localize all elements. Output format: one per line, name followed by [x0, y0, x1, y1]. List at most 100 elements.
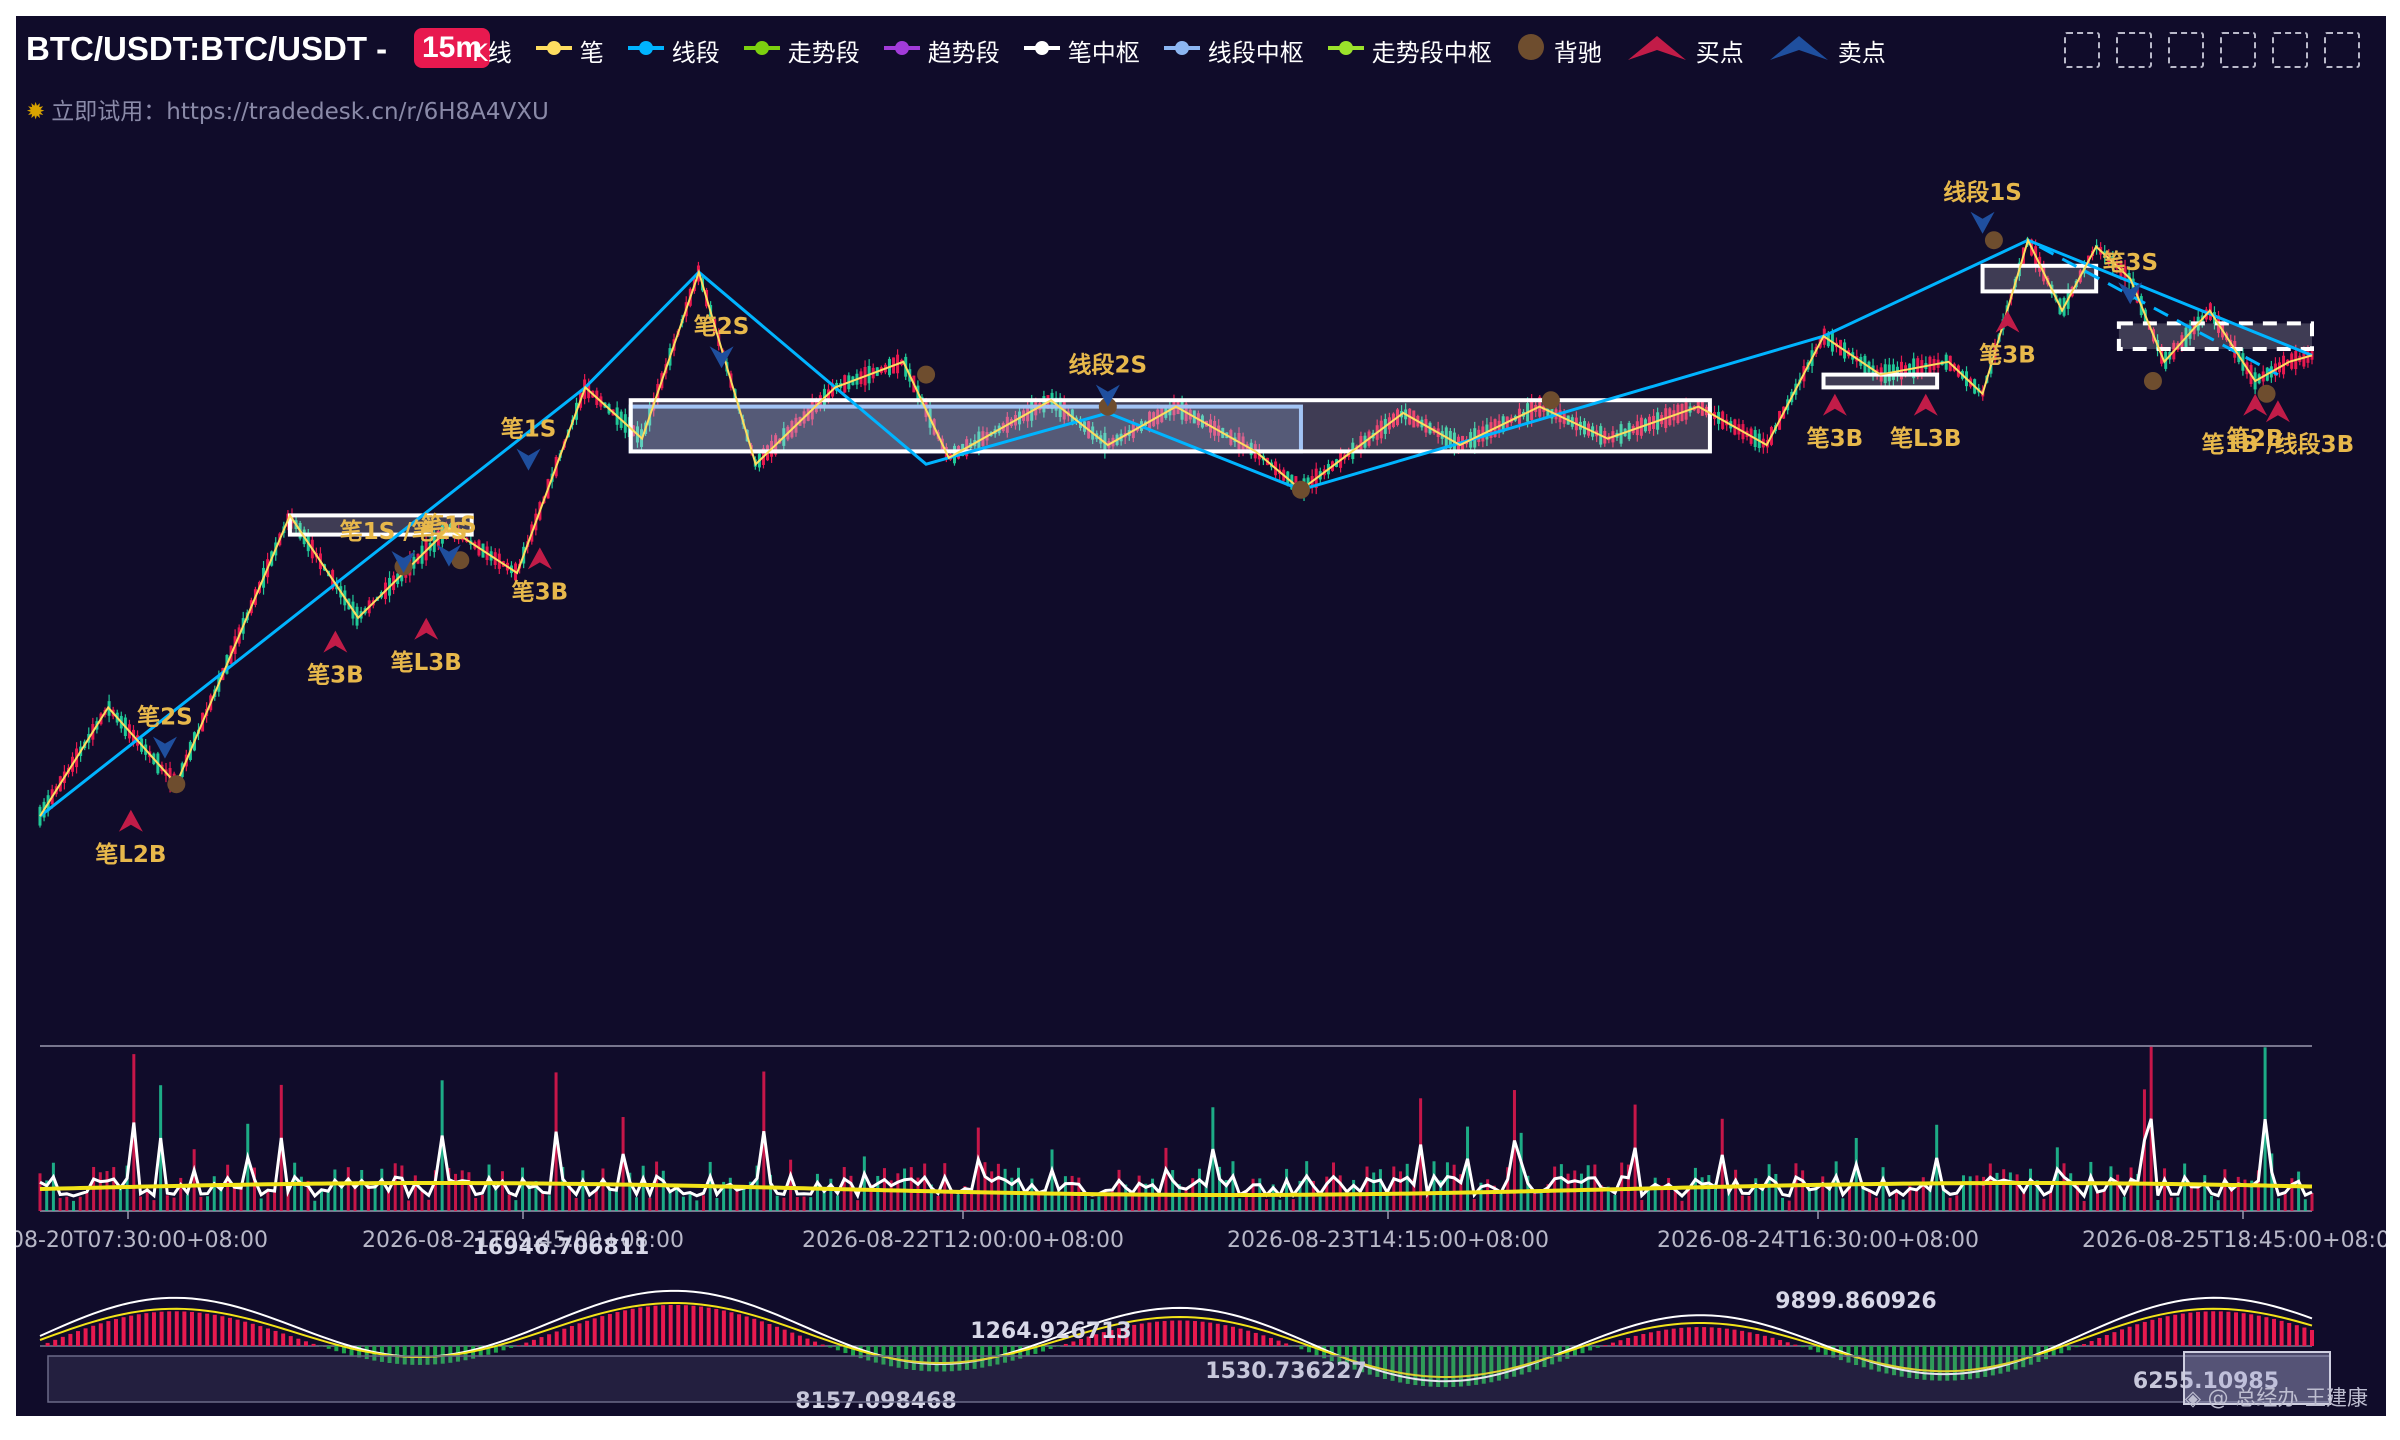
macd-bar: [121, 1317, 126, 1346]
volume-bar: [2303, 1199, 2307, 1211]
legend-symbol-icon: [1514, 32, 1554, 68]
legend-item[interactable]: 笔: [534, 33, 604, 68]
legend-label: 卖点: [1837, 38, 1886, 67]
volume-bar: [1037, 1194, 1041, 1211]
macd-bar: [75, 1331, 80, 1346]
volume-bar: [139, 1196, 143, 1211]
macd-bar: [1664, 1329, 1669, 1346]
volume-bar: [1680, 1200, 1684, 1211]
legend-item[interactable]: 笔中枢: [1022, 33, 1140, 68]
macd-bar: [1246, 1330, 1251, 1346]
macd-bar: [767, 1324, 772, 1346]
x-tick-label: 2026-08-23T14:15:00+08:00: [1227, 1228, 1549, 1253]
volume-bar: [467, 1172, 471, 1211]
volume-bar: [1975, 1175, 1979, 1211]
sell-marker-icon: [516, 448, 541, 471]
macd-bar: [501, 1346, 506, 1351]
volume-bar: [2216, 1200, 2220, 1211]
legend-item[interactable]: 走势段中枢: [1326, 33, 1492, 68]
macd-bar: [1588, 1346, 1593, 1351]
macd-bar: [60, 1336, 65, 1346]
divergence-dot: [167, 775, 186, 794]
macd-bar: [1747, 1332, 1752, 1346]
macd-bar: [303, 1341, 308, 1346]
volume-bar: [949, 1190, 953, 1211]
macd-bar: [273, 1330, 278, 1346]
legend-item[interactable]: 买点: [1624, 32, 1744, 68]
macd-bar: [1284, 1343, 1289, 1346]
macd-bar: [1192, 1321, 1197, 1346]
macd-bar: [737, 1314, 742, 1346]
volume-bar: [293, 1162, 297, 1211]
macd-bar: [1800, 1346, 1805, 1348]
volume-bar: [172, 1197, 176, 1211]
macd-bar: [615, 1312, 620, 1346]
signal-label: 笔3B: [307, 662, 364, 689]
volume-bar: [1727, 1193, 1731, 1211]
kline-chart[interactable]: 笔L2B笔2S笔3B笔1S /笔2S笔1S笔L3B笔1S笔3B笔2S线段2S笔3…: [16, 16, 2386, 1416]
volume-bar: [1238, 1198, 1242, 1211]
volume-bar: [1519, 1132, 1523, 1211]
volume-bar: [2203, 1175, 2207, 1211]
macd-bar: [2241, 1313, 2246, 1346]
volume-bar: [2122, 1196, 2126, 1211]
signal-label: 笔3B: [1979, 342, 2036, 369]
promo-text: 立即试用：https://tradedesk.cn/r/6H8A4VXU: [51, 99, 549, 125]
legend-item[interactable]: 线段中枢: [1162, 33, 1304, 68]
legend-label: K线: [472, 38, 512, 67]
volume-bar: [313, 1200, 317, 1211]
signal-label: 笔2S: [137, 704, 193, 731]
volume-bar: [715, 1198, 719, 1211]
clear-icon[interactable]: [2324, 32, 2360, 68]
buy-marker-icon: [323, 630, 348, 653]
volume-bar: [856, 1200, 860, 1211]
volume-bar: [2049, 1191, 2053, 1211]
legend-item[interactable]: 趋势段: [882, 33, 1000, 68]
volume-bar: [400, 1165, 404, 1211]
legend-item[interactable]: 走势段: [742, 33, 860, 68]
legend-item[interactable]: 背驰: [1514, 32, 1602, 68]
restore-icon[interactable]: [2220, 32, 2256, 68]
macd-bar: [1276, 1340, 1281, 1346]
macd-bar: [805, 1338, 810, 1346]
volume-bar: [2096, 1192, 2100, 1211]
volume-bar: [1693, 1167, 1697, 1211]
x-tick-label: 2026-08-22T12:00:00+08:00: [802, 1228, 1124, 1253]
chart-frame: 笔L2B 笔2S 笔3B 笔1S /笔2S 笔1S 笔L3B 笔1S 笔3B 笔2S 线段2S 笔3…: [16, 16, 2386, 1416]
volume-bar: [648, 1197, 652, 1211]
macd-bar: [53, 1339, 58, 1346]
volume-bar: [480, 1195, 484, 1211]
legend-symbol-icon: [1162, 36, 1208, 64]
macd-value-label: 1264.926713: [970, 1319, 1131, 1344]
volume-bar: [326, 1191, 330, 1211]
volume-bar: [1285, 1168, 1289, 1211]
volume-bar: [581, 1170, 585, 1211]
legend-item[interactable]: K线: [472, 33, 512, 68]
volume-bar: [2042, 1198, 2046, 1211]
volume-bar: [393, 1163, 397, 1211]
volume-bar: [1881, 1167, 1885, 1211]
promo-link[interactable]: ✹ 立即试用：https://tradedesk.cn/r/6H8A4VXU: [26, 92, 549, 126]
macd-bar: [1755, 1333, 1760, 1346]
macd-bar: [174, 1311, 179, 1346]
legend-item[interactable]: 卖点: [1766, 32, 1886, 68]
lasso-icon[interactable]: [2116, 32, 2152, 68]
volume-bar: [1365, 1166, 1369, 1211]
volume-bar: [460, 1170, 464, 1211]
volume-bar: [2156, 1200, 2160, 1211]
volume-bar: [1399, 1171, 1403, 1211]
macd-bar: [1641, 1334, 1646, 1346]
rect-select-icon[interactable]: [2168, 32, 2204, 68]
data-view-icon[interactable]: [2272, 32, 2308, 68]
zoom-select-icon[interactable]: [2064, 32, 2100, 68]
volume-bar: [1378, 1169, 1382, 1211]
buy-marker-icon: [1822, 393, 1847, 416]
volume-bar: [2008, 1172, 2012, 1211]
volume-bar: [199, 1196, 203, 1211]
volume-bar: [1499, 1193, 1503, 1211]
volume-bar: [2022, 1192, 2026, 1211]
macd-bar: [281, 1333, 286, 1346]
volume-bar: [333, 1169, 337, 1211]
legend-item[interactable]: 线段: [626, 33, 720, 68]
volume-bar: [1579, 1173, 1583, 1211]
